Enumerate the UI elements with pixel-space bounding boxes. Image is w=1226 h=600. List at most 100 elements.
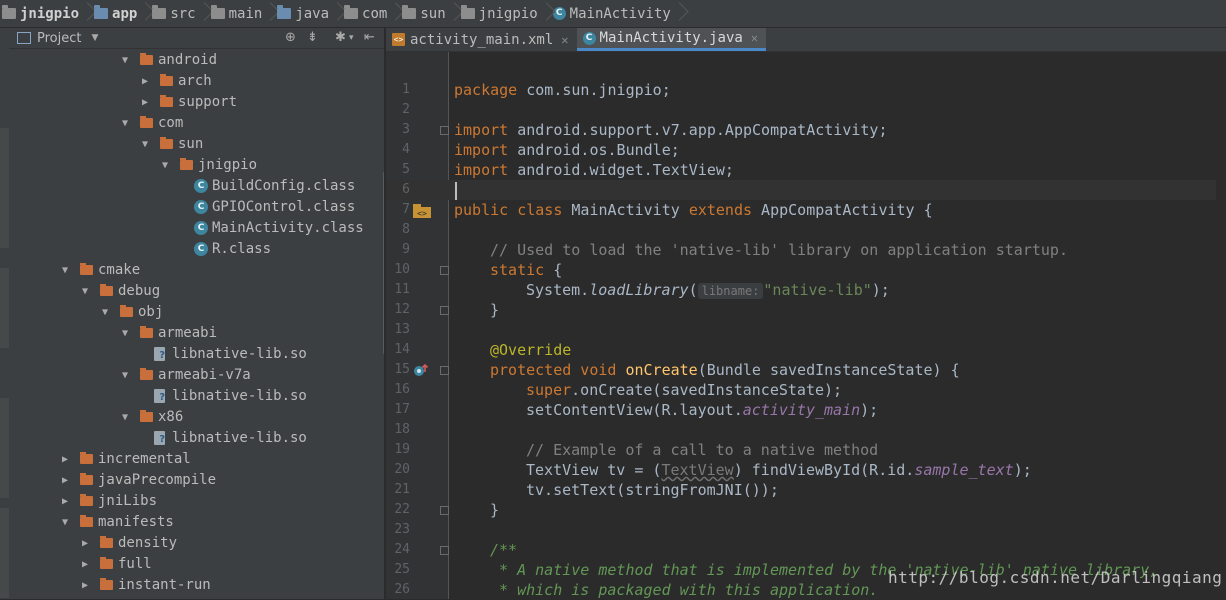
breadcrumb-item-main[interactable]: main (209, 0, 267, 27)
tree-item-libnative-lib-so[interactable]: ? libnative-lib.so (9, 344, 379, 365)
expand-arrow-closed-icon[interactable]: ▶ (82, 533, 92, 554)
project-view-selector[interactable]: Project (37, 31, 81, 46)
expand-arrow-open-icon[interactable]: ▼ (162, 155, 172, 176)
tree-item-r-class[interactable]: C R.class (9, 239, 379, 260)
tree-item-mainactivity-class[interactable]: C MainActivity.class (9, 218, 379, 239)
collapse-all-icon[interactable]: ⇟ (307, 30, 318, 45)
gear-dropdown-icon[interactable]: ▾ (349, 33, 354, 43)
line-number: 25 (394, 562, 410, 577)
breadcrumb-item-sun[interactable]: sun (400, 0, 449, 27)
tree-item-arch[interactable]: ▶ arch (9, 71, 379, 92)
expand-arrow-closed-icon[interactable]: ▶ (62, 449, 72, 470)
expand-arrow-open-icon[interactable]: ▼ (122, 365, 132, 386)
expand-arrow-open-icon[interactable]: ▼ (62, 512, 72, 533)
tree-item-full[interactable]: ▶ full (9, 554, 379, 575)
expand-arrow-open-icon[interactable]: ▼ (122, 113, 132, 134)
breadcrumb-item-java[interactable]: java (275, 0, 333, 27)
code-line-7: public class MainActivity extends AppCom… (454, 201, 933, 219)
tree-item-label: armeabi (158, 325, 218, 341)
expand-arrow-closed-icon[interactable]: ▶ (142, 71, 152, 92)
breadcrumb-separator (391, 0, 400, 27)
tree-item-gpiocontrol-class[interactable]: C GPIOControl.class (9, 197, 379, 218)
tree-item-label: incremental (98, 451, 191, 467)
breadcrumb-item-mainactivity[interactable]: C MainActivity (551, 0, 675, 27)
tree-item-obj[interactable]: ▼ obj (9, 302, 379, 323)
tree-item-instant-run[interactable]: ▶ instant-run (9, 575, 379, 596)
folder-icon (80, 494, 93, 506)
scroll-from-source-icon[interactable]: ⊕ (285, 30, 296, 45)
breadcrumb-separator (542, 0, 551, 27)
close-icon[interactable]: ✕ (751, 31, 758, 45)
expand-arrow-open-icon[interactable]: ▼ (102, 302, 112, 323)
override-method-icon[interactable] (413, 362, 429, 378)
tab-mainactivity-java[interactable]: C MainActivity.java ✕ (576, 28, 767, 51)
tree-item-x86[interactable]: ▼ x86 (9, 407, 379, 428)
tree-item-javaprecompile[interactable]: ▶ javaPrecompile (9, 470, 379, 491)
expand-arrow-closed-icon[interactable]: ▶ (62, 491, 72, 512)
fold-marker-icon[interactable] (440, 126, 449, 135)
tree-item-com[interactable]: ▼ com (9, 113, 379, 134)
breadcrumb-item-app[interactable]: app (92, 0, 141, 27)
code-line-14: @Override (490, 341, 572, 359)
line-number: 9 (402, 242, 410, 257)
build-variants-tool-tab[interactable] (0, 398, 9, 498)
tree-item-manifests[interactable]: ▼ manifests (9, 512, 379, 533)
expand-arrow-open-icon[interactable]: ▼ (82, 281, 92, 302)
expand-arrow-open-icon[interactable]: ▼ (142, 134, 152, 155)
captures-tool-tab[interactable] (0, 268, 9, 348)
editor-scrollbar[interactable] (1216, 52, 1226, 599)
project-tool-tab[interactable] (0, 30, 9, 100)
tab-label: activity_main.xml (410, 31, 554, 48)
source-folder-icon (277, 5, 292, 19)
fold-marker-icon[interactable] (440, 266, 449, 275)
tree-item-sun[interactable]: ▼ sun (9, 134, 379, 155)
expand-arrow-closed-icon[interactable]: ▶ (142, 92, 152, 113)
expand-arrow-closed-icon[interactable]: ▶ (62, 470, 72, 491)
tree-item-label: MainActivity.class (212, 220, 364, 236)
line-number: 18 (394, 422, 410, 437)
breadcrumb-item-jnigpio-package[interactable]: jnigpio (459, 0, 542, 27)
tree-item-jnigpio[interactable]: ▼ jnigpio (9, 155, 379, 176)
folder-icon (160, 74, 173, 86)
expand-arrow-closed-icon[interactable]: ▶ (82, 554, 92, 575)
class-file-icon: C (194, 221, 208, 235)
expand-arrow-closed-icon[interactable]: ▶ (82, 575, 92, 596)
expand-arrow-open-icon[interactable]: ▼ (62, 260, 72, 281)
gear-icon[interactable]: ✱ (335, 30, 346, 45)
tree-item-density[interactable]: ▶ density (9, 533, 379, 554)
related-xml-layout-icon[interactable]: <> (412, 201, 432, 219)
tree-item-debug[interactable]: ▼ debug (9, 281, 379, 302)
code-line-11: System.loadLibrary(libname: "native-lib")… (526, 281, 890, 299)
tree-item-jnilibs[interactable]: ▶ jniLibs (9, 491, 379, 512)
fold-marker-icon[interactable] (440, 546, 449, 555)
fold-marker-icon[interactable] (440, 366, 449, 375)
tree-item-armeabi[interactable]: ▼ armeabi (9, 323, 379, 344)
tree-item-support[interactable]: ▶ support (9, 92, 379, 113)
close-icon[interactable]: ✕ (561, 33, 568, 47)
tree-item-libnative-lib-so[interactable]: ? libnative-lib.so (9, 428, 379, 449)
tree-item-label: libnative-lib.so (172, 388, 307, 404)
breadcrumb-item-src[interactable]: src (150, 0, 199, 27)
tab-activity-main-xml[interactable]: <> activity_main.xml ✕ (386, 28, 577, 51)
tree-item-incremental[interactable]: ▶ incremental (9, 449, 379, 470)
expand-arrow-open-icon[interactable]: ▼ (122, 407, 132, 428)
expand-arrow-open-icon[interactable]: ▼ (122, 323, 132, 344)
hide-panel-icon[interactable]: ⇤ (364, 30, 375, 45)
expand-arrow-open-icon[interactable]: ▼ (122, 50, 132, 71)
tree-item-buildconfig-class[interactable]: C BuildConfig.class (9, 176, 379, 197)
favorites-tool-tab[interactable] (0, 508, 9, 598)
tree-item-cmake[interactable]: ▼ cmake (9, 260, 379, 281)
tree-item-armeabi-v7a[interactable]: ▼ armeabi-v7a (9, 365, 379, 386)
chevron-down-icon[interactable]: ▼ (91, 33, 98, 43)
tree-item-android[interactable]: ▼ android (9, 50, 379, 71)
structure-tool-tab[interactable] (0, 128, 9, 248)
tree-item-libnative-lib-so[interactable]: ? libnative-lib.so (9, 386, 379, 407)
folder-icon (80, 263, 93, 275)
navigation-breadcrumb: jnigpio app src main java com sun jnigpi… (0, 0, 1226, 28)
breadcrumb-item-com[interactable]: com (342, 0, 391, 27)
fold-marker-icon[interactable] (440, 306, 449, 315)
fold-marker-icon[interactable] (440, 506, 449, 515)
breadcrumb-item-jnigpio-project[interactable]: jnigpio (0, 0, 83, 27)
breadcrumb-separator (675, 0, 684, 27)
line-number: 1 (402, 82, 410, 97)
